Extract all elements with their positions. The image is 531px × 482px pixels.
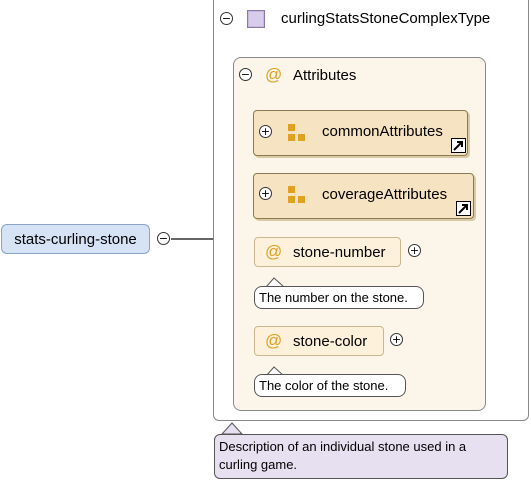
at-icon: @	[265, 242, 283, 261]
plus-circle-icon[interactable]: +	[408, 244, 421, 257]
complex-type-name: curlingStatsStoneComplexType	[281, 10, 491, 27]
attribute-stone-number-doc: The number on the stone.	[254, 286, 424, 309]
ref-coverage-attributes-label: coverageAttributes	[322, 186, 448, 203]
plus-circle-icon[interactable]: +	[259, 187, 272, 200]
root-element-label: stats-curling-stone	[14, 230, 137, 248]
element-description: Description of an individual stone used …	[214, 434, 508, 479]
plus-circle-icon[interactable]: +	[390, 333, 403, 346]
attribute-group-icon	[288, 124, 305, 141]
minus-circle-icon[interactable]: −	[157, 232, 170, 245]
at-icon: @	[265, 331, 283, 350]
plus-circle-icon[interactable]: +	[259, 125, 272, 138]
at-icon: @	[265, 65, 283, 84]
attribute-stone-number-label: stone-number	[293, 244, 386, 261]
root-element[interactable]: stats-curling-stone	[1, 224, 150, 254]
attributes-group-label: Attributes	[293, 67, 357, 84]
minus-circle-icon[interactable]: −	[220, 12, 233, 25]
reference-arrow-icon	[456, 201, 471, 216]
ref-common-attributes-label: commonAttributes	[322, 123, 443, 140]
complex-type-icon	[247, 10, 265, 28]
attribute-group-icon	[288, 186, 305, 203]
attribute-stone-color-doc: The color of the stone.	[254, 374, 406, 397]
reference-arrow-icon	[451, 138, 466, 153]
attribute-stone-color-label: stone-color	[293, 333, 368, 350]
minus-circle-icon[interactable]: −	[239, 68, 252, 81]
